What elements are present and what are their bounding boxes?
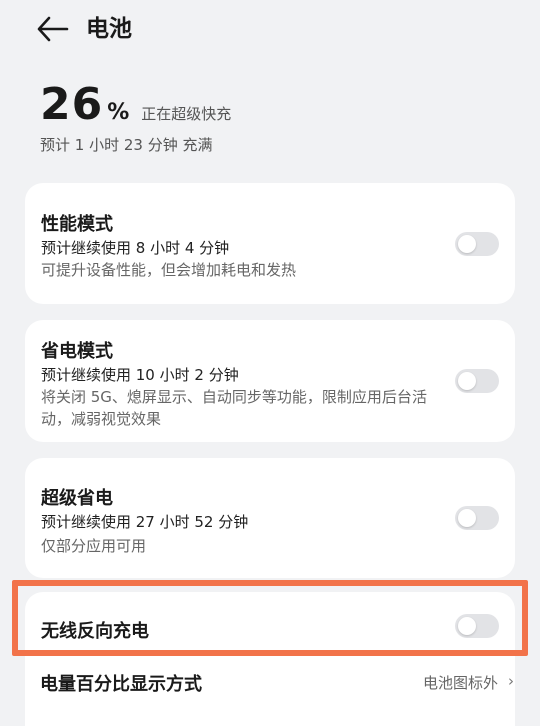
percentage-display-label[interactable]: 电量百分比显示方式 — [40, 670, 202, 696]
battery-percent: 26 — [40, 79, 104, 130]
card-estimate: 预计继续使用 27 小时 52 分钟 — [41, 513, 249, 531]
page-title: 电池 — [86, 16, 132, 42]
card-title: 超级省电 — [41, 488, 113, 509]
card-title: 性能模式 — [41, 214, 113, 235]
reverse-charging-card[interactable]: 无线反向充电 — [25, 592, 515, 726]
percentage-display-value[interactable]: 电池图标外 — [423, 672, 498, 693]
card-title: 省电模式 — [41, 341, 113, 362]
card-estimate: 预计继续使用 10 小时 2 分钟 — [41, 366, 239, 384]
card-title: 无线反向充电 — [41, 621, 149, 642]
card-estimate: 预计继续使用 8 小时 4 分钟 — [41, 239, 230, 257]
toggle-knob — [458, 372, 476, 390]
arrow-left-icon — [37, 16, 69, 42]
ultra-power-saving-card[interactable]: 超级省电 预计继续使用 27 小时 52 分钟 仅部分应用可用 — [25, 458, 515, 578]
power-saving-card[interactable]: 省电模式 预计继续使用 10 小时 2 分钟 将关闭 5G、熄屏显示、自动同步等… — [25, 320, 515, 442]
card-description: 可提升设备性能，但会增加耗电和发热 — [41, 261, 297, 279]
performance-mode-card[interactable]: 性能模式 预计继续使用 8 小时 4 分钟 可提升设备性能，但会增加耗电和发热 — [25, 183, 515, 304]
header: 电池 — [0, 0, 540, 60]
power-saving-toggle[interactable] — [455, 369, 499, 393]
toggle-knob — [458, 509, 476, 527]
card-description: 将关闭 5G、熄屏显示、自动同步等功能，限制应用后台活动，减弱视觉效果 — [41, 388, 427, 428]
charging-status: 正在超级快充 — [141, 105, 232, 123]
performance-mode-toggle[interactable] — [455, 232, 499, 256]
ultra-power-saving-toggle[interactable] — [455, 506, 499, 530]
charge-eta: 预计 1 小时 23 分钟 充满 — [40, 136, 213, 154]
reverse-charging-toggle[interactable] — [455, 614, 499, 638]
card-description: 仅部分应用可用 — [41, 537, 147, 555]
toggle-knob — [458, 235, 476, 253]
toggle-knob — [458, 617, 476, 635]
chevron-right-icon: › — [508, 672, 514, 690]
back-button[interactable] — [36, 14, 70, 44]
battery-percent-sign: % — [107, 100, 130, 125]
battery-status: 26 % 正在超级快充 — [40, 80, 231, 130]
